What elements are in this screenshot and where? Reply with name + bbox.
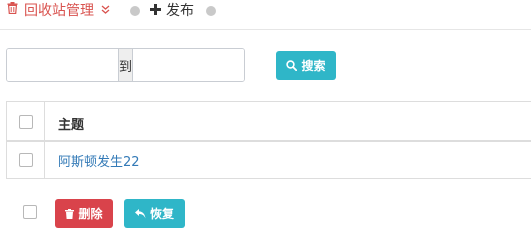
search-icon bbox=[286, 60, 298, 71]
row-check-cell bbox=[7, 142, 45, 179]
trash-icon bbox=[7, 2, 18, 18]
double-chevron-down-icon[interactable] bbox=[101, 4, 110, 17]
tab-separator-dot bbox=[130, 6, 140, 16]
header-check-cell bbox=[7, 102, 45, 140]
tab-separator-dot bbox=[206, 6, 216, 16]
search-button[interactable]: 搜索 bbox=[276, 51, 336, 80]
select-all-checkbox[interactable] bbox=[19, 115, 33, 129]
tab-publish-label: 发布 bbox=[166, 3, 194, 19]
range-end-input[interactable] bbox=[133, 49, 244, 81]
range-start-input[interactable] bbox=[7, 49, 118, 81]
delete-button-label: 删除 bbox=[78, 207, 103, 221]
undo-arrow-icon bbox=[134, 208, 146, 219]
restore-button[interactable]: 恢复 bbox=[124, 199, 185, 228]
delete-button[interactable]: 删除 bbox=[55, 199, 113, 228]
table-header-row: 主题 bbox=[7, 102, 531, 142]
tab-bar: 回收站管理 发布 bbox=[0, 0, 531, 30]
tab-publish[interactable]: 发布 bbox=[150, 0, 194, 20]
row-checkbox[interactable] bbox=[19, 153, 33, 167]
row-title-link[interactable]: 阿斯顿发生22 bbox=[58, 151, 140, 170]
restore-button-label: 恢复 bbox=[149, 207, 174, 221]
range-separator: 到 bbox=[118, 49, 134, 81]
plus-icon bbox=[150, 2, 161, 18]
table-row: 阿斯顿发生22 bbox=[7, 142, 531, 179]
recycle-table: 主题 阿斯顿发生22 bbox=[6, 101, 531, 179]
column-header-title: 主题 bbox=[58, 118, 85, 133]
trash-icon bbox=[65, 208, 75, 219]
page: 回收站管理 发布 到 搜索 主题 阿斯顿发生22 删除 恢复 bbox=[0, 0, 531, 251]
bulk-select-checkbox[interactable] bbox=[23, 205, 37, 219]
tab-recycle-bin[interactable]: 回收站管理 bbox=[7, 0, 110, 20]
date-range-group: 到 bbox=[6, 48, 245, 82]
tab-recycle-label: 回收站管理 bbox=[24, 3, 94, 19]
search-button-label: 搜索 bbox=[301, 59, 326, 73]
